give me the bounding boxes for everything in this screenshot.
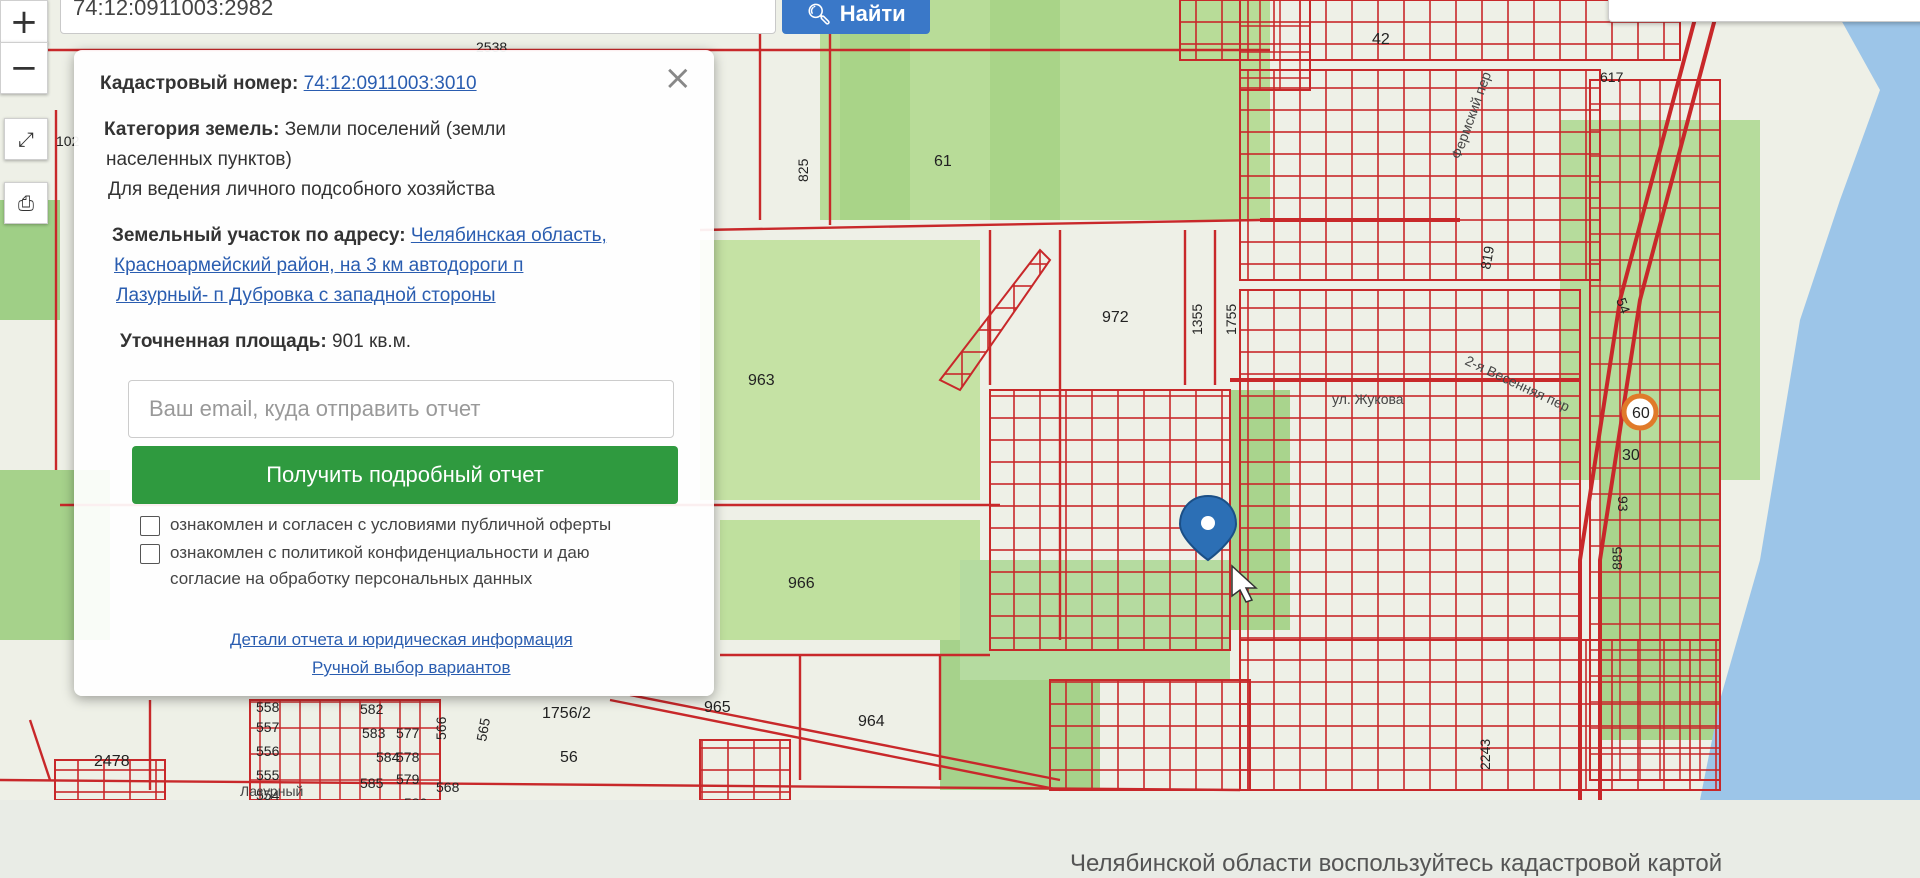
map-label-583: 583 [362, 725, 386, 741]
map-label-617: 617 [1600, 69, 1624, 85]
get-report-button[interactable]: Получить подробный отчет [132, 446, 678, 504]
cadastral-number-link[interactable]: 74:12:0911003:3010 [304, 73, 477, 94]
offer-consent-label: ознакомлен и согласен с условиями публич… [170, 515, 612, 534]
land-category-value: Земли поселений (земли [284, 119, 506, 140]
printer-icon: ⎙ [18, 191, 34, 215]
print-button[interactable]: ⎙ [4, 182, 48, 224]
address-link-3[interactable]: Лазурный- п Дубровка с западной стороны [116, 282, 496, 310]
map-label-2478: 2478 [94, 753, 130, 770]
privacy-consent-label-cont: согласие на обработку персональных данны… [170, 569, 533, 588]
map-label-579: 579 [396, 771, 420, 787]
map-label-1355: 1355 [1189, 304, 1205, 335]
map-label-1756-2: 1756/2 [542, 705, 591, 722]
privacy-consent-row: ознакомлен с политикой конфиденциальност… [140, 540, 590, 592]
zoom-in-button[interactable]: + [0, 0, 48, 44]
land-usage: Для ведения личного подсобного хозяйства [108, 179, 495, 200]
search-input[interactable]: 74:12:0911003:2982 [60, 0, 776, 34]
map-label-963: 963 [748, 372, 775, 389]
map-label-580: 580 [404, 795, 428, 800]
area-label: Уточненная площадь: [120, 331, 327, 352]
top-right-panel[interactable] [1608, 0, 1920, 22]
map-label-885: 885 [1609, 546, 1625, 570]
address-label: Земельный участок по адресу: [112, 225, 406, 246]
fullscreen-button[interactable]: ⤢ [4, 118, 48, 160]
privacy-consent-text: ознакомлен с политикой конфиденциальност… [170, 540, 590, 592]
street-zhukova-label: ул. Жукова [1332, 391, 1404, 407]
search-button[interactable]: 🔍︎ Найти [782, 0, 930, 34]
get-report-button-label: Получить подробный отчет [266, 462, 544, 487]
privacy-consent-label: ознакомлен с политикой конфиденциальност… [170, 543, 590, 562]
search-button-label: Найти [839, 1, 906, 26]
map-label-825: 825 [795, 158, 811, 182]
parcel-info-popup: × Кадастровый номер: 74:12:0911003:3010 … [74, 50, 714, 696]
map-label-555: 555 [256, 767, 280, 783]
address-link-1[interactable]: Челябинская область, [411, 225, 607, 246]
cadastral-number-label: Кадастровый номер: [100, 73, 299, 94]
close-icon[interactable]: × [664, 58, 693, 98]
map-label-558: 558 [256, 699, 280, 715]
address-row: Земельный участок по адресу: Челябинская… [112, 222, 607, 250]
map-label-557: 557 [256, 719, 280, 735]
offer-consent-row: ознакомлен и согласен с условиями публич… [140, 512, 611, 538]
map-label-568: 568 [436, 779, 460, 795]
land-category-label: Категория земель: [104, 119, 280, 140]
address-link-2[interactable]: Красноармейский район, на 3 км автодорог… [114, 252, 523, 280]
email-placeholder: Ваш email, куда отправить отчет [149, 396, 481, 421]
report-details-link[interactable]: Детали отчета и юридическая информация [230, 630, 573, 650]
expand-arrows-icon: ⤢ [18, 127, 34, 151]
map-label-566: 566 [433, 716, 449, 740]
map-label-60: 60 [1632, 405, 1650, 422]
area-row: Уточненная площадь: 901 кв.м. [120, 328, 411, 356]
land-category-row: Категория земель: Земли поселений (земли [104, 116, 506, 144]
map-label-964: 964 [858, 713, 885, 730]
map-label-42: 42 [1372, 31, 1390, 48]
manual-selection-link[interactable]: Ручной выбор вариантов [312, 658, 511, 678]
page-bottom-text: Челябинской области воспользуйтесь кадас… [1070, 850, 1723, 877]
street-lazurny-label: Лазурный [240, 783, 303, 799]
land-category-value-cont: населенных пунктов) [106, 149, 292, 170]
map-label-30: 30 [1622, 447, 1640, 464]
map-label-93: 93 [1615, 496, 1631, 512]
map-label-56: 56 [560, 749, 578, 766]
map-label-1755: 1755 [1223, 304, 1239, 335]
privacy-consent-checkbox[interactable] [140, 544, 160, 564]
map-label-61: 61 [934, 153, 952, 170]
zoom-out-button[interactable]: − [0, 42, 48, 94]
search-input-value: 74:12:0911003:2982 [73, 0, 274, 20]
map-label-2243: 2243 [1477, 739, 1493, 770]
map-label-556: 556 [256, 743, 280, 759]
highway-shield-icon: 60 [1621, 393, 1659, 431]
offer-consent-checkbox[interactable] [140, 516, 160, 536]
map-label-585: 585 [360, 775, 384, 791]
search-icon: 🔍︎ [806, 3, 832, 26]
email-field[interactable]: Ваш email, куда отправить отчет [128, 380, 674, 438]
map-label-582: 582 [360, 701, 384, 717]
map-label-965: 965 [704, 699, 731, 716]
area-value: 901 кв.м. [332, 331, 412, 352]
map-label-577: 577 [396, 725, 420, 741]
map-label-578: 578 [396, 749, 420, 765]
map-label-966: 966 [788, 575, 815, 592]
map-label-972: 972 [1102, 309, 1129, 326]
cadastral-number-row: Кадастровый номер: 74:12:0911003:3010 [100, 70, 477, 98]
